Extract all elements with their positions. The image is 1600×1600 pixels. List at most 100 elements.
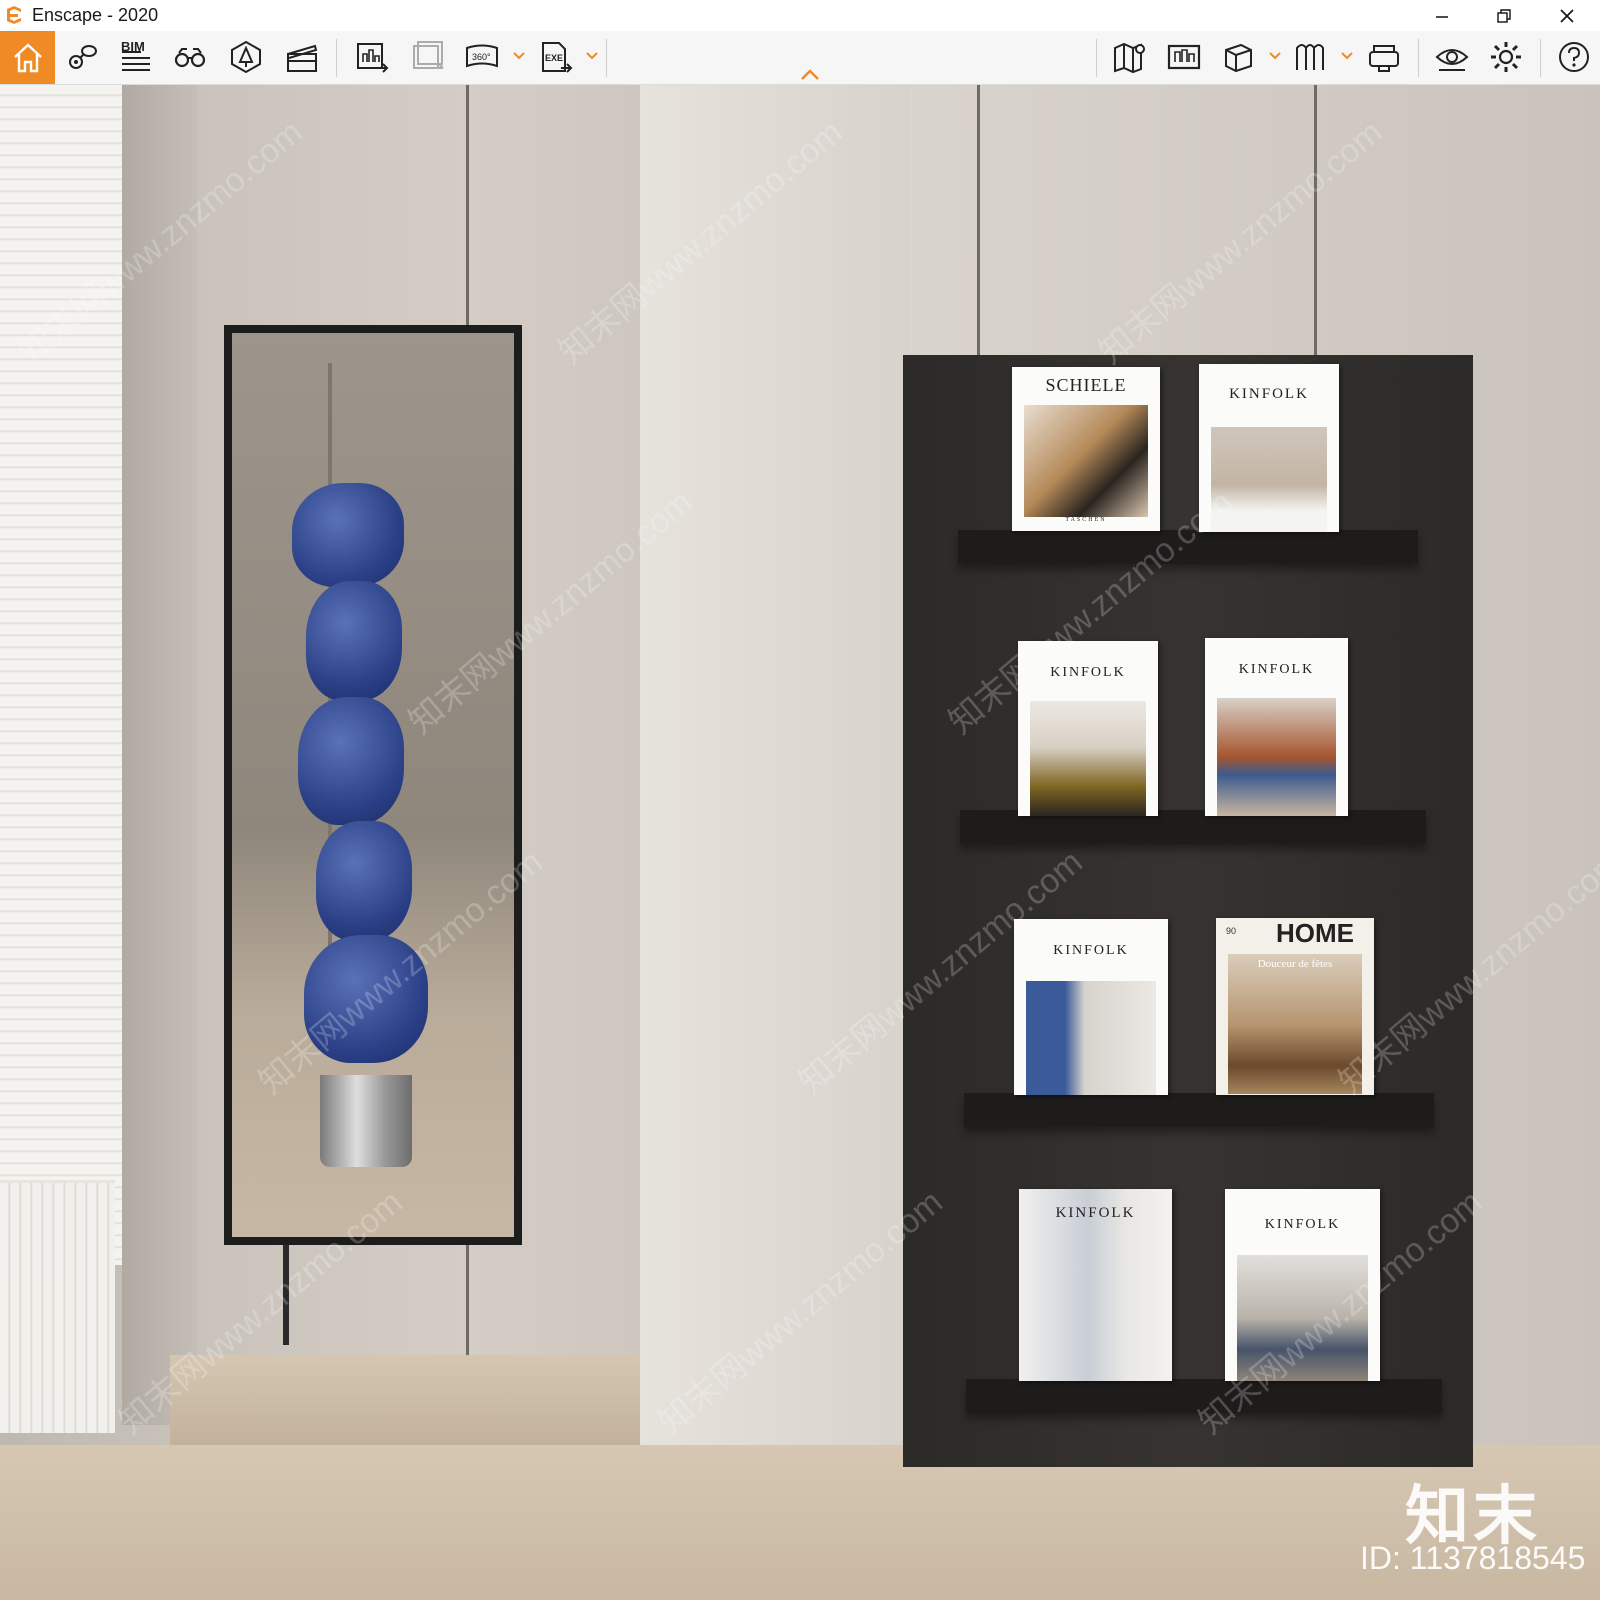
title-bar: Enscape - 2020 <box>0 0 1600 31</box>
gear-icon <box>1491 42 1521 72</box>
toolbar-separator <box>336 39 337 77</box>
visual-settings-button[interactable] <box>1432 37 1472 77</box>
close-icon[interactable] <box>1545 0 1589 31</box>
rock <box>292 483 404 587</box>
asset-dropdown-icon[interactable] <box>1268 49 1282 63</box>
bim-list-icon <box>122 51 150 71</box>
home-button[interactable] <box>0 31 55 84</box>
magazine-cover-art <box>1211 427 1327 532</box>
magazine: KINFOLK <box>1225 1189 1380 1381</box>
vr-headset-button[interactable] <box>1364 37 1404 77</box>
svg-text:360°: 360° <box>472 52 491 62</box>
panorama-button[interactable]: 360° <box>462 37 502 77</box>
batch-render-icon <box>413 41 444 69</box>
wall-panel-line <box>977 85 980 355</box>
window-frame <box>122 85 197 1425</box>
export-dropdown-icon[interactable] <box>585 49 599 63</box>
video-editor-button[interactable] <box>282 37 322 77</box>
panorama-dropdown-icon[interactable] <box>512 49 526 63</box>
rock <box>306 581 402 701</box>
help-icon <box>1559 42 1589 72</box>
screenshot-button[interactable] <box>352 37 392 77</box>
collapse-toolbar-icon[interactable] <box>800 68 820 82</box>
home-icon <box>13 42 42 72</box>
svg-text:EXE: EXE <box>545 53 563 63</box>
panorama-360-icon: 360° <box>466 44 498 68</box>
enscape-logo-icon <box>4 5 24 25</box>
export-exe-icon: EXE <box>542 42 573 73</box>
magazine-cover-art <box>1026 981 1156 1095</box>
magazine-title: KINFOLK <box>1229 386 1309 402</box>
restore-icon[interactable] <box>1482 0 1526 31</box>
image-id-label: ID: 1137818545 <box>1360 1540 1586 1576</box>
eye-icon <box>1435 49 1469 71</box>
magazine: KINFOLK <box>1018 641 1158 816</box>
magazine-title: KINFOLK <box>1053 943 1129 958</box>
floor-mirror <box>224 325 522 1245</box>
magazine-cover-art <box>1237 1255 1368 1381</box>
magazine-cover-art <box>1024 405 1148 517</box>
magazine-cover-art <box>1030 701 1146 816</box>
views-button[interactable] <box>62 37 102 77</box>
shelf-ledge <box>966 1379 1442 1413</box>
atmosphere-button[interactable] <box>226 37 266 77</box>
render-viewport[interactable]: SCHIELE TASCHEN KINFOLK KINFOLK KINFOLK … <box>0 85 1600 1600</box>
toolbar-separator <box>1418 39 1419 77</box>
magazine-issue-number: 90 <box>1226 926 1237 936</box>
map-pin-icon <box>1114 42 1145 74</box>
window-blinds <box>0 85 122 1265</box>
rock <box>298 697 404 825</box>
material-editor-button[interactable] <box>1290 37 1330 77</box>
camera-marker-icon <box>69 45 97 69</box>
magazine-title: KINFOLK <box>1050 665 1126 680</box>
magazine-cover-art <box>1217 698 1336 816</box>
shelf-ledge <box>958 530 1418 564</box>
magazine-title: SCHIELE <box>1045 375 1127 395</box>
magazine: KINFOLK <box>1205 638 1348 816</box>
binoculars-button[interactable] <box>170 37 210 77</box>
magazine-title: KINFOLK <box>1055 1205 1136 1221</box>
batch-render-button[interactable] <box>408 37 448 77</box>
material-dropdown-icon[interactable] <box>1340 49 1354 63</box>
magazine: SCHIELE TASCHEN <box>1012 367 1160 531</box>
minimize-icon[interactable] <box>1420 0 1464 31</box>
bim-button[interactable] <box>116 37 156 77</box>
steel-pedestal <box>320 1075 412 1167</box>
help-button[interactable] <box>1554 37 1594 77</box>
magazine-publisher: TASCHEN <box>1065 517 1107 523</box>
magazine-title: KINFOLK <box>1264 1217 1341 1232</box>
settings-button[interactable] <box>1486 37 1526 77</box>
radiator <box>0 1180 115 1433</box>
toolbar: BIM 360° EXE <box>0 31 1600 85</box>
magazine-board <box>903 355 1473 1467</box>
map-button[interactable] <box>1110 37 1150 77</box>
export-exe-button[interactable]: EXE <box>536 37 576 77</box>
mirror-reflection <box>232 333 514 1237</box>
magazine-title: HOME <box>1276 918 1354 948</box>
tree-cube-icon <box>231 40 261 74</box>
shelf-ledge <box>964 1093 1434 1127</box>
screenshot-export-icon <box>357 43 389 73</box>
mirror-stand <box>283 1245 289 1345</box>
toolbar-separator <box>1540 39 1541 77</box>
toolbar-separator <box>606 39 607 77</box>
magazine-title: KINFOLK <box>1238 662 1315 677</box>
rock <box>316 821 412 941</box>
binoculars-icon <box>174 48 206 68</box>
rock <box>304 935 428 1063</box>
cube-icon <box>1225 43 1252 73</box>
magazine-cover-art <box>1228 954 1362 1094</box>
floor-platform <box>170 1355 640 1445</box>
asset-library-button[interactable] <box>1218 37 1258 77</box>
magazine: KINFOLK <box>1019 1189 1172 1381</box>
magazine-subtitle: Douceur de fêtes <box>1257 958 1333 970</box>
magazine: KINFOLK <box>1014 919 1168 1095</box>
magazine: HOME 90 Douceur de fêtes <box>1216 918 1374 1095</box>
blue-rock-sculpture <box>292 483 432 1063</box>
wall-panel-line <box>1314 85 1317 355</box>
curtain-icon <box>1296 44 1324 70</box>
magazine: KINFOLK <box>1199 364 1339 532</box>
bim-info-button[interactable] <box>1164 37 1204 77</box>
door-panel <box>640 85 910 1445</box>
vr-headset-icon <box>1369 45 1399 72</box>
